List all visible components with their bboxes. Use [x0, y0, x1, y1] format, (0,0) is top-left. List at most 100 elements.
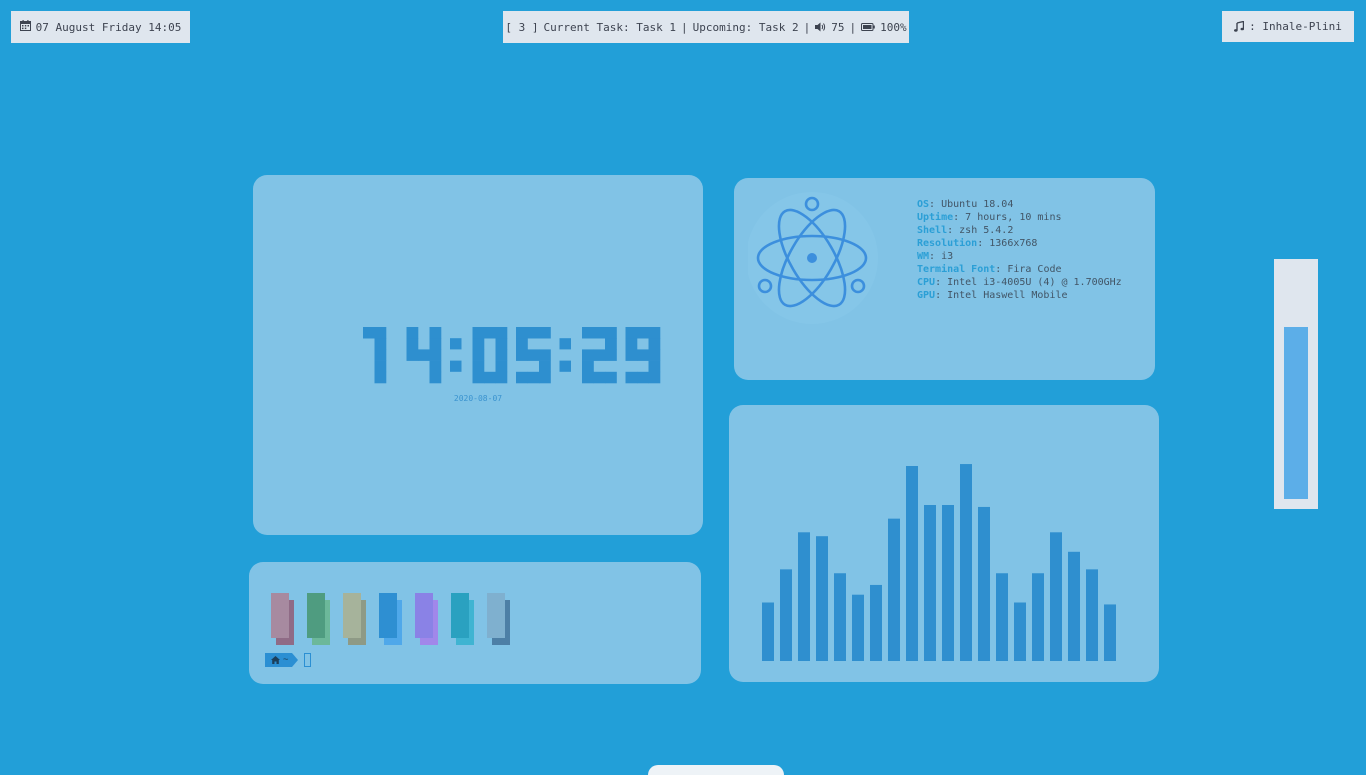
clock-digit-pixel [527, 349, 540, 361]
info-key: OS [917, 199, 930, 210]
info-key: Shell [917, 225, 948, 236]
volume-track[interactable] [1284, 269, 1308, 499]
clock-digit-pixel [582, 327, 594, 339]
info-key: Terminal Font [917, 264, 996, 275]
now-playing: : Inhale-Plini [1249, 20, 1342, 33]
clock-digit-pixel [472, 371, 485, 384]
status-pill: [ 3 ] Current Task: Task 1 | Upcoming: T… [503, 11, 909, 43]
battery-value: 100% [880, 20, 907, 34]
clock-digit-pixel [637, 327, 649, 339]
clock-digit-pixel [648, 360, 661, 373]
clock-digit-pixel [539, 371, 551, 384]
visualizer-bar [870, 584, 882, 661]
clock-colon-dot [450, 360, 462, 372]
volume-slider[interactable] [1274, 259, 1318, 509]
battery-icon [861, 23, 875, 31]
clock-digit-pixel [406, 349, 419, 361]
visualizer-bar [1014, 602, 1026, 661]
visualizer-bar [906, 466, 918, 661]
info-key: Uptime [917, 212, 954, 223]
visualizer-bar [1032, 573, 1044, 661]
palette-swatch [271, 593, 289, 638]
clock-digit-pixel [605, 327, 617, 339]
clock-digit-pixel [429, 371, 442, 384]
clock-digit-pixel [539, 349, 551, 361]
clock-digit-pixel [472, 327, 485, 339]
clock-digit-pixel [625, 327, 638, 339]
clock-digit-pixel [605, 338, 617, 350]
clock-digit-pixel [429, 349, 442, 361]
clock-digit-pixel [605, 349, 617, 361]
info-key: Resolution [917, 238, 978, 249]
music-pill[interactable]: : Inhale-Plini [1222, 11, 1354, 42]
clock-digit-pixel [593, 371, 606, 384]
clock-digit-pixel [582, 349, 594, 361]
clock-colon-dot [450, 338, 462, 350]
clock-digit-pixel [484, 327, 496, 339]
system-info-line: Uptime: 7 hours, 10 mins [917, 211, 1122, 224]
clock-digit-pixel [495, 371, 508, 384]
palette-swatch [379, 593, 397, 638]
visualizer-bar [1050, 532, 1062, 661]
system-info-lines: OS: Ubuntu 18.04 Uptime: 7 hours, 10 mins… [917, 198, 1122, 302]
info-value: : Intel i3-4005U (4) @ 1.700GHz [935, 277, 1122, 288]
clock-digit-pixel [539, 360, 551, 373]
clock-digit-pixel [484, 371, 496, 384]
audio-visualizer-panel [729, 405, 1159, 682]
terminal-panel[interactable]: ~ [249, 562, 701, 684]
datetime-pill: 07 August Friday 14:05 [11, 11, 190, 43]
info-value: : i3 [929, 251, 954, 262]
separator: | [849, 20, 857, 34]
clock-digit-pixel [516, 349, 528, 361]
home-icon [271, 656, 280, 664]
visualizer-bar [888, 518, 900, 661]
visualizer-bar [798, 532, 810, 661]
system-info-line: OS: Ubuntu 18.04 [917, 198, 1122, 211]
clock-digit-pixel [516, 338, 528, 350]
clock-digit-pixel [374, 371, 387, 384]
calendar-icon [19, 20, 31, 34]
system-info-panel: OS: Ubuntu 18.04 Uptime: 7 hours, 10 mins… [734, 178, 1155, 380]
clock-digit-pixel [472, 360, 485, 373]
info-value: : zsh 5.4.2 [947, 225, 1014, 236]
visualizer-bar [834, 573, 846, 661]
volume-value: 75 [831, 20, 845, 34]
clock-digit-pixel [516, 327, 528, 339]
clock-digit-pixel [539, 327, 551, 339]
prompt-badge: ~ [265, 653, 293, 667]
info-value: : Intel Haswell Mobile [935, 290, 1068, 301]
system-info-line: GPU: Intel Haswell Mobile [917, 289, 1122, 302]
bottom-dock-handle[interactable] [648, 765, 784, 775]
visualizer-bar [1104, 604, 1116, 661]
clock-digit-pixel [495, 327, 508, 339]
palette-swatch [451, 593, 469, 638]
speaker-icon[interactable] [815, 22, 826, 32]
clock-digit-pixel [495, 349, 508, 361]
clock-digit-pixel [625, 338, 638, 350]
visualizer-bar [1086, 569, 1098, 661]
text-cursor[interactable] [304, 653, 312, 667]
clock-digit-pixel [516, 371, 528, 384]
clock-digit-pixel [418, 349, 430, 361]
clock-digit-pixel [472, 349, 485, 361]
info-key: WM [917, 251, 930, 262]
clock-digit-pixel [472, 338, 485, 350]
clock-digit-pixel [374, 327, 387, 339]
info-value: : 7 hours, 10 mins [953, 212, 1062, 223]
clock-digit-pixel [593, 327, 606, 339]
clock-digit-pixel [527, 371, 540, 384]
clock-digit-pixel [495, 360, 508, 373]
visualizer-bar [852, 594, 864, 661]
clock-digit-pixel [637, 349, 649, 361]
info-value: : 1366x768 [977, 238, 1038, 249]
visualizer-bar [816, 536, 828, 661]
visualizer-bar [996, 573, 1008, 661]
workspace-indicator[interactable]: [ 3 ] [505, 21, 538, 34]
clock-panel: 14:05:29 2020-08-07 [253, 175, 703, 535]
clock-digit-pixel [593, 349, 606, 361]
clock-colon-dot [559, 338, 571, 350]
clock-digit-pixel [406, 338, 419, 350]
clock-digit-pixel [625, 349, 638, 361]
prompt-arrow [292, 653, 299, 667]
clock-digit-pixel [363, 327, 375, 339]
